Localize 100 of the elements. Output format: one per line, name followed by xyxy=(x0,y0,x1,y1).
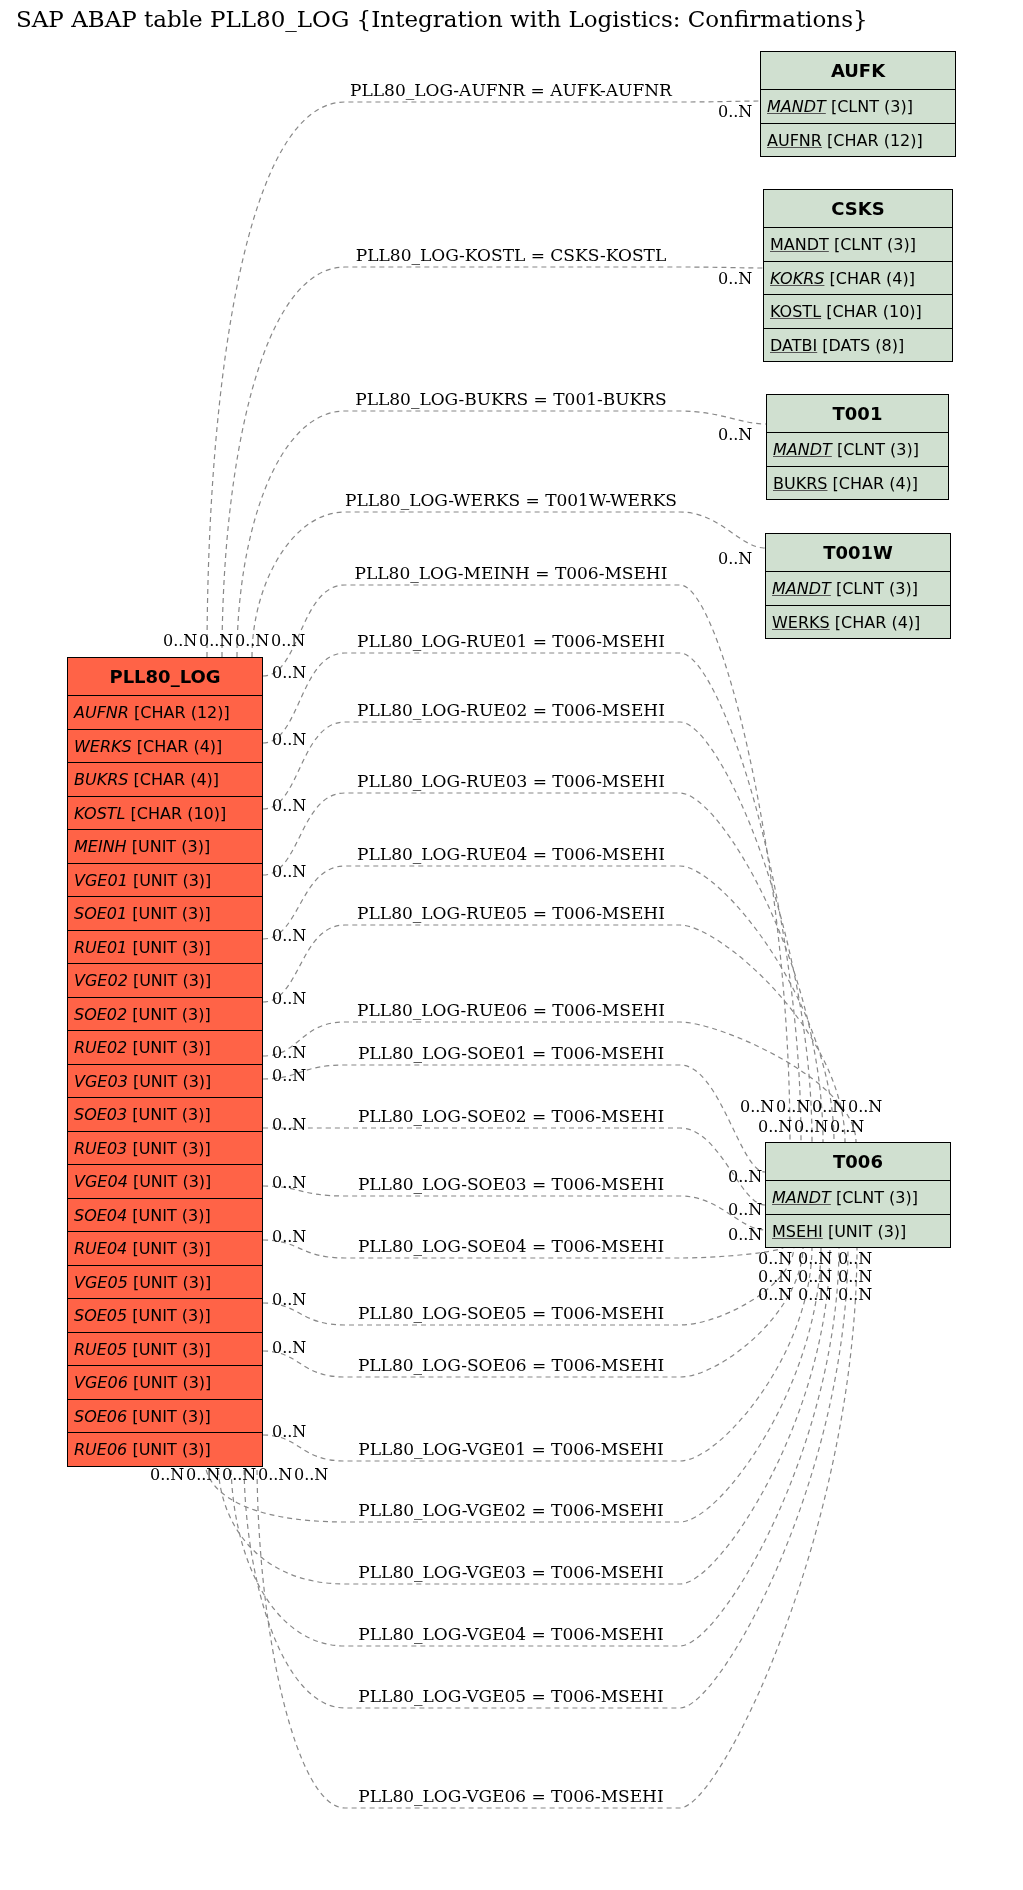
relation-label: PLL80_LOG-RUE03 = T006-MSEHI xyxy=(357,771,665,791)
cardinality-label: 0..N xyxy=(758,1268,793,1285)
table-field: SOE04 [UNIT (3)] xyxy=(68,1197,262,1231)
table-field: WERKS [CHAR (4)] xyxy=(766,604,950,638)
table-field: SOE02 [UNIT (3)] xyxy=(68,996,262,1030)
cardinality-label: 0..N xyxy=(272,927,307,944)
cardinality-label: 0..N xyxy=(740,1098,775,1115)
table-field: AUFNR [CHAR (12)] xyxy=(68,695,262,729)
relation-label: PLL80_LOG-VGE01 = T006-MSEHI xyxy=(358,1439,664,1459)
table-field: RUE04 [UNIT (3)] xyxy=(68,1231,262,1265)
cardinality-label: 0..N xyxy=(718,550,753,567)
relation-label: PLL80_LOG-RUE01 = T006-MSEHI xyxy=(357,631,665,651)
table-field: MEINH [UNIT (3)] xyxy=(68,829,262,863)
cardinality-label: 0..N xyxy=(272,990,307,1007)
relation-label: PLL80_LOG-VGE02 = T006-MSEHI xyxy=(358,1500,664,1520)
table-field: VGE05 [UNIT (3)] xyxy=(68,1264,262,1298)
relation-label: PLL80_LOG-MEINH = T006-MSEHI xyxy=(354,563,668,583)
cardinality-label: 0..N xyxy=(272,1067,307,1084)
cardinality-label: 0..N xyxy=(812,1098,847,1115)
table-header: T001W xyxy=(766,534,950,571)
cardinality-label: 0..N xyxy=(272,1423,307,1440)
relation-label: PLL80_LOG-VGE06 = T006-MSEHI xyxy=(358,1786,664,1806)
table-field: SOE03 [UNIT (3)] xyxy=(68,1097,262,1131)
table-field: RUE01 [UNIT (3)] xyxy=(68,929,262,963)
cardinality-label: 0..N xyxy=(718,103,753,120)
relation-label: PLL80_LOG-AUFNR = AUFK-AUFNR xyxy=(350,80,672,100)
table-field: DATBI [DATS (8)] xyxy=(764,327,952,361)
table-field: VGE03 [UNIT (3)] xyxy=(68,1063,262,1097)
cardinality-label: 0..N xyxy=(272,664,307,681)
relation-label: PLL80_LOG-RUE05 = T006-MSEHI xyxy=(357,903,665,923)
relation-label: PLL80_LOG-SOE03 = T006-MSEHI xyxy=(357,1174,665,1194)
relation-label: PLL80_LOG-KOSTL = CSKS-KOSTL xyxy=(355,245,667,265)
table-field: BUKRS [CHAR (4)] xyxy=(68,762,262,796)
cardinality-label: 0..N xyxy=(150,1466,185,1483)
table-field: SOE05 [UNIT (3)] xyxy=(68,1298,262,1332)
table-field: KOKRS [CHAR (4)] xyxy=(764,260,952,294)
table-field: SOE06 [UNIT (3)] xyxy=(68,1398,262,1432)
table-field: VGE02 [UNIT (3)] xyxy=(68,963,262,997)
table-field: SOE01 [UNIT (3)] xyxy=(68,896,262,930)
relation-label: PLL80_LOG-VGE03 = T006-MSEHI xyxy=(358,1562,664,1582)
cardinality-label: 0..N xyxy=(798,1286,833,1303)
table-field: RUE02 [UNIT (3)] xyxy=(68,1030,262,1064)
cardinality-label: 0..N xyxy=(294,1466,329,1483)
table-field: RUE03 [UNIT (3)] xyxy=(68,1130,262,1164)
cardinality-label: 0..N xyxy=(272,1044,307,1061)
relation-label: PLL80_LOG-VGE05 = T006-MSEHI xyxy=(358,1686,664,1706)
relation-label: PLL80_LOG-RUE02 = T006-MSEHI xyxy=(357,700,665,720)
cardinality-label: 0..N xyxy=(848,1098,883,1115)
relation-label: PLL80_LOG-SOE02 = T006-MSEHI xyxy=(357,1106,665,1126)
cardinality-label: 0..N xyxy=(728,1226,763,1243)
cardinality-label: 0..N xyxy=(272,1339,307,1356)
relation-label: PLL80_LOG-SOE01 = T006-MSEHI xyxy=(357,1043,665,1063)
cardinality-label: 0..N xyxy=(272,1174,307,1191)
cardinality-label: 0..N xyxy=(758,1118,793,1135)
table-field: KOSTL [CHAR (10)] xyxy=(68,795,262,829)
cardinality-label: 0..N xyxy=(838,1268,873,1285)
cardinality-label: 0..N xyxy=(272,863,307,880)
cardinality-label: 0..N xyxy=(718,270,753,287)
cardinality-label: 0..N xyxy=(272,1116,307,1133)
relation-label: PLL80_LOG-WERKS = T001W-WERKS xyxy=(345,490,677,510)
table-field: VGE06 [UNIT (3)] xyxy=(68,1365,262,1399)
table-field: MSEHI [UNIT (3)] xyxy=(766,1213,950,1247)
cardinality-label: 0..N xyxy=(258,1466,293,1483)
table-field: MANDT [CLNT (3)] xyxy=(766,1180,950,1214)
relation-label: PLL80_LOG-SOE06 = T006-MSEHI xyxy=(357,1355,665,1375)
table-field: MANDT [CLNT (3)] xyxy=(761,89,955,123)
cardinality-label: 0..N xyxy=(718,426,753,443)
cardinality-label: 0..N xyxy=(776,1098,811,1115)
cardinality-label: 0..N xyxy=(758,1286,793,1303)
table-field: MANDT [CLNT (3)] xyxy=(767,432,948,466)
table-header: PLL80_LOG xyxy=(68,658,262,695)
relation-label: PLL80_LOG-RUE06 = T006-MSEHI xyxy=(357,1000,665,1020)
cardinality-label: 0..N xyxy=(728,1201,763,1218)
cardinality-label: 0..N xyxy=(199,632,234,649)
relation-label: PLL80_LOG-BUKRS = T001-BUKRS xyxy=(355,389,667,409)
table-header: T006 xyxy=(766,1143,950,1180)
table-field: WERKS [CHAR (4)] xyxy=(68,728,262,762)
cardinality-label: 0..N xyxy=(838,1250,873,1267)
table-field: VGE04 [UNIT (3)] xyxy=(68,1164,262,1198)
table-header: AUFK xyxy=(761,52,955,89)
cardinality-label: 0..N xyxy=(272,1291,307,1308)
table-field: VGE01 [UNIT (3)] xyxy=(68,862,262,896)
cardinality-label: 0..N xyxy=(272,731,307,748)
cardinality-label: 0..N xyxy=(758,1250,793,1267)
cardinality-label: 0..N xyxy=(235,632,270,649)
table-field: BUKRS [CHAR (4)] xyxy=(767,465,948,499)
cardinality-label: 0..N xyxy=(798,1250,833,1267)
table-field: MANDT [CLNT (3)] xyxy=(764,227,952,261)
cardinality-label: 0..N xyxy=(830,1118,865,1135)
table-field: MANDT [CLNT (3)] xyxy=(766,571,950,605)
relation-label: PLL80_LOG-RUE04 = T006-MSEHI xyxy=(357,844,665,864)
table-field: AUFNR [CHAR (12)] xyxy=(761,122,955,156)
cardinality-label: 0..N xyxy=(272,1228,307,1245)
cardinality-label: 0..N xyxy=(271,632,306,649)
cardinality-label: 0..N xyxy=(728,1168,763,1185)
cardinality-label: 0..N xyxy=(163,632,198,649)
relation-label: PLL80_LOG-SOE04 = T006-MSEHI xyxy=(357,1236,665,1256)
cardinality-label: 0..N xyxy=(794,1118,829,1135)
relation-label: PLL80_LOG-VGE04 = T006-MSEHI xyxy=(358,1624,664,1644)
cardinality-label: 0..N xyxy=(798,1268,833,1285)
